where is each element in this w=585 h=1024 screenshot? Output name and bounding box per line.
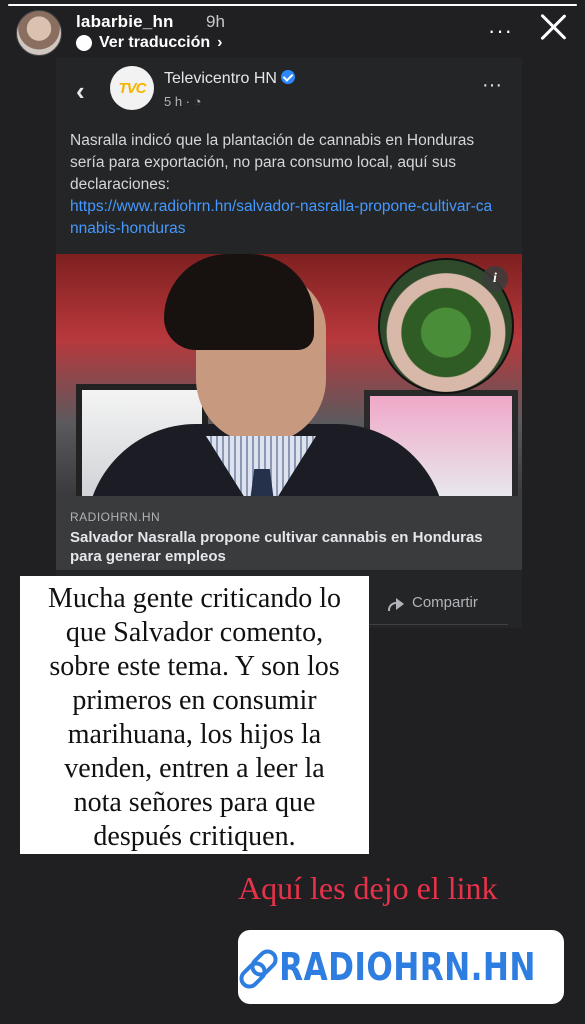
link-sticker[interactable]: RADIOHRN.HN: [238, 930, 564, 1004]
story-progress-fill: [8, 4, 577, 6]
story-time: 9h: [206, 12, 225, 31]
translate-icon: [76, 35, 92, 51]
caption-line: después critiquen.: [93, 821, 296, 852]
caption-line: que Salvador comento,: [65, 617, 324, 648]
post-body: Nasralla indicó que la plantación de can…: [70, 132, 475, 193]
translate-button[interactable]: Ver traducción ›: [76, 34, 222, 52]
link-domain: RADIOHRN.HN: [70, 510, 161, 524]
post-time: 5 h · ◔: [164, 94, 202, 109]
caption-line: venden, entren a leer la: [64, 753, 325, 784]
shared-facebook-post: ‹ TVC Televicentro HN 5 h · ◔ ··· Nasral…: [56, 58, 522, 628]
chevron-right-icon: ›: [217, 34, 223, 51]
share-label: Compartir: [412, 594, 478, 611]
info-icon[interactable]: i: [482, 266, 508, 292]
verified-badge-icon: [280, 70, 295, 84]
article-photo[interactable]: i: [56, 254, 522, 496]
post-time-text: 5 h ·: [164, 94, 191, 109]
back-arrow-icon[interactable]: ‹: [76, 76, 85, 107]
link-sticker-label: RADIOHRN.HN: [279, 945, 536, 989]
post-more-icon[interactable]: ···: [482, 74, 502, 97]
post-text: Nasralla indicó que la plantación de can…: [70, 130, 500, 240]
close-icon[interactable]: [537, 10, 569, 42]
caption-sticker: Mucha gente criticando lo que Salvador c…: [20, 576, 369, 854]
story-header: labarbie_hn 9h Ver traducción › ···: [16, 10, 569, 58]
caption-line: Mucha gente criticando lo: [47, 583, 342, 614]
caption-line: primeros en consumir: [72, 685, 317, 716]
share-button[interactable]: Compartir: [386, 594, 478, 611]
globe-icon: ◔: [193, 94, 202, 109]
page-name[interactable]: Televicentro HN: [164, 70, 295, 88]
caption-line: marihuana, los hijos la: [67, 719, 322, 750]
red-text-overlay: Aquí les dejo el link: [238, 870, 498, 906]
page-logo-text: TVC: [118, 79, 147, 97]
link-chain-icon: [238, 947, 241, 987]
link-title: Salvador Nasralla propone cultivar canna…: [70, 529, 483, 565]
story-viewer: labarbie_hn 9h Ver traducción › ··· ‹ TV…: [0, 0, 585, 1024]
caption-line: sobre este tema. Y son los: [49, 651, 340, 682]
avatar[interactable]: [16, 10, 62, 56]
caption-line: nota señores para que: [73, 787, 316, 818]
more-options-icon[interactable]: ···: [488, 18, 513, 44]
person-hair: [164, 254, 314, 350]
page-name-text: Televicentro HN: [164, 70, 277, 87]
post-link[interactable]: https://www.radiohrn.hn/salvador-nasrall…: [70, 196, 500, 240]
translate-label: Ver traducción: [99, 34, 211, 51]
link-preview[interactable]: RADIOHRN.HN Salvador Nasralla propone cu…: [56, 496, 522, 570]
share-icon: [386, 596, 404, 611]
story-progress-bar: [8, 4, 577, 6]
page-logo[interactable]: TVC: [110, 66, 154, 110]
username[interactable]: labarbie_hn: [76, 12, 174, 32]
